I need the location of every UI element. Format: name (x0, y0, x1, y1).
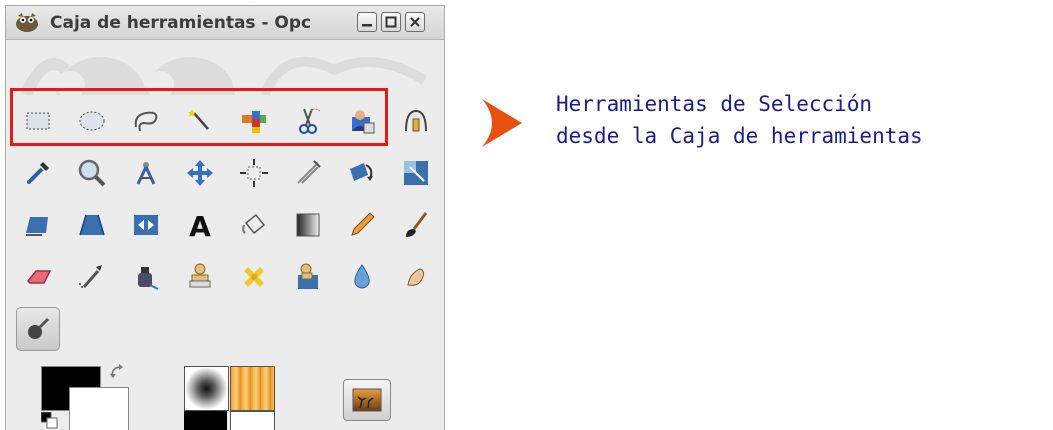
close-button[interactable] (405, 12, 425, 32)
background-color[interactable] (69, 387, 129, 430)
swap-colors-icon[interactable] (109, 363, 127, 381)
perspective-clone-icon (298, 263, 318, 289)
gradient-preview-right[interactable] (230, 411, 275, 430)
tool-blur-sharpen[interactable] (340, 255, 384, 299)
airbrush-icon (79, 265, 102, 288)
caption-line-2: desde la Caja de herramientas (556, 124, 923, 148)
tool-airbrush[interactable] (70, 255, 114, 299)
tool-crop[interactable] (286, 151, 330, 195)
pattern-preview[interactable] (230, 366, 275, 411)
scale-icon (404, 161, 428, 185)
tool-shear[interactable] (16, 203, 60, 247)
maximize-icon (385, 16, 397, 28)
caption: Herramientas de Selección desde la Caja … (556, 88, 923, 152)
default-colors-icon[interactable] (41, 412, 63, 430)
rotate-icon (350, 163, 373, 181)
tool-bucket-fill[interactable] (232, 203, 276, 247)
align-icon (240, 159, 268, 187)
selection-tools-highlight (10, 88, 388, 146)
tool-pencil[interactable] (340, 203, 384, 247)
ink-icon (138, 267, 159, 290)
shear-icon (26, 217, 48, 236)
tool-scale[interactable] (394, 151, 438, 195)
brush-preview[interactable] (184, 366, 229, 411)
tool-rotate[interactable] (340, 151, 384, 195)
active-image-button[interactable] (343, 379, 391, 421)
svg-text:A: A (189, 210, 211, 241)
maximize-button[interactable] (381, 12, 401, 32)
tool-zoom[interactable] (70, 151, 114, 195)
tool-flip[interactable] (124, 203, 168, 247)
tool-perspective[interactable] (70, 203, 114, 247)
tool-eraser[interactable] (16, 255, 60, 299)
window-title: Caja de herramientas - Opc (50, 13, 312, 33)
dodge-burn-icon (28, 317, 50, 339)
toolbox-window: Caja de herramientas - Opc A (5, 5, 445, 430)
tool-text[interactable]: A (178, 203, 222, 247)
paintbrush-icon (406, 212, 428, 237)
eraser-icon (26, 270, 52, 284)
pencil-icon (351, 212, 375, 236)
bucket-fill-icon (242, 213, 266, 235)
move-icon (187, 160, 213, 186)
color-picker-icon (27, 162, 49, 184)
title-bar[interactable]: Caja de herramientas - Opc (6, 6, 444, 40)
crop-icon (297, 160, 321, 184)
tool-measure[interactable] (124, 151, 168, 195)
tool-dodge-burn[interactable] (16, 307, 60, 351)
arrow-icon (382, 99, 522, 147)
text-icon: A (189, 210, 211, 241)
tool-perspective-clone[interactable] (286, 255, 330, 299)
tool-clone[interactable] (178, 255, 222, 299)
blend-icon (296, 213, 320, 237)
flip-icon (134, 215, 158, 235)
tool-smudge[interactable] (394, 255, 438, 299)
tool-align[interactable] (232, 151, 276, 195)
close-icon (410, 17, 420, 27)
tool-heal[interactable] (232, 255, 276, 299)
tool-paintbrush[interactable] (394, 203, 438, 247)
tool-blend[interactable] (286, 203, 330, 247)
caption-line-1: Herramientas de Selección (556, 92, 873, 116)
image-icon (352, 388, 382, 412)
smudge-icon (407, 268, 425, 286)
zoom-icon (78, 159, 106, 187)
wilber-decoration (20, 56, 427, 95)
measure-icon (136, 162, 156, 185)
blur-sharpen-icon (354, 264, 370, 289)
tool-ink[interactable] (124, 255, 168, 299)
tool-move[interactable] (178, 151, 222, 195)
gradient-preview[interactable] (184, 411, 227, 430)
minimize-button[interactable] (357, 12, 377, 32)
heal-icon (244, 267, 264, 287)
clone-icon (189, 263, 211, 288)
gimp-icon (16, 13, 38, 32)
tool-color-picker[interactable] (16, 151, 60, 195)
minimize-icon (362, 24, 372, 27)
perspective-icon (79, 214, 105, 236)
